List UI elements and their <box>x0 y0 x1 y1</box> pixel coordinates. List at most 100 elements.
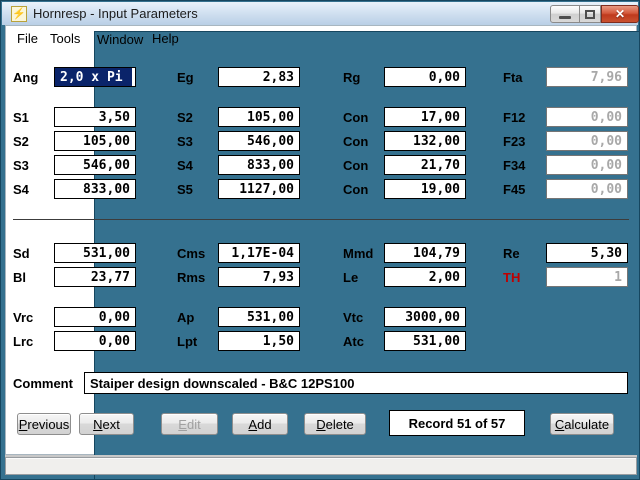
calculate-button[interactable]: Calculate <box>550 413 614 435</box>
param-atc: Atc 531,00 <box>343 331 466 351</box>
param-s2b: S2 105,00 <box>13 131 136 151</box>
param-le: Le 2,00 <box>343 267 466 287</box>
param-s2a: S2 105,00 <box>177 107 300 127</box>
param-con23: Con 132,00 <box>343 131 466 151</box>
param-ang: Ang 2,0 x Pi <box>13 67 136 87</box>
previous-button[interactable]: Previous <box>17 413 71 435</box>
param-f23-label: F23 <box>503 134 526 149</box>
param-eg-label: Eg <box>177 70 194 85</box>
param-con12-field[interactable]: 17,00 <box>384 107 466 127</box>
param-le-label: Le <box>343 270 359 285</box>
param-f34-label: F34 <box>503 158 526 173</box>
next-button[interactable]: Next <box>79 413 134 435</box>
menu-bar: File Tools Window Help <box>5 26 639 479</box>
param-le-field[interactable]: 2,00 <box>384 267 466 287</box>
param-vtc-field[interactable]: 3000,00 <box>384 307 466 327</box>
param-f12-label: F12 <box>503 110 526 125</box>
param-rms-field[interactable]: 7,93 <box>218 267 300 287</box>
param-con45-field[interactable]: 19,00 <box>384 179 466 199</box>
param-s5-label: S5 <box>177 182 193 197</box>
param-s3b-field[interactable]: 546,00 <box>54 155 136 175</box>
param-lrc-label: Lrc <box>13 334 34 349</box>
status-bar <box>5 457 637 475</box>
comment-field[interactable]: Staiper design downscaled - B&C 12PS100 <box>84 372 628 394</box>
param-s1-field[interactable]: 3,50 <box>54 107 136 127</box>
param-eg-field[interactable]: 2,83 <box>218 67 300 87</box>
param-s1: S1 3,50 <box>13 107 136 127</box>
param-rg-field[interactable]: 0,00 <box>384 67 466 87</box>
param-s3a-field[interactable]: 546,00 <box>218 131 300 151</box>
param-th-field: 1 <box>546 267 628 287</box>
param-re: Re 5,30 <box>503 243 628 263</box>
param-vrc: Vrc 0,00 <box>13 307 136 327</box>
param-s4a-label: S4 <box>177 158 193 173</box>
param-s4b-label: S4 <box>13 182 29 197</box>
param-s4a-field[interactable]: 833,00 <box>218 155 300 175</box>
param-bl-field[interactable]: 23,77 <box>54 267 136 287</box>
record-status: Record 51 of 57 <box>389 410 525 436</box>
param-vrc-field[interactable]: 0,00 <box>54 307 136 327</box>
edit-button: Edit <box>161 413 218 435</box>
param-f34: F34 0,00 <box>503 155 628 175</box>
minimize-button[interactable] <box>550 5 580 23</box>
param-sd-field[interactable]: 531,00 <box>54 243 136 263</box>
param-con23-label: Con <box>343 134 369 149</box>
param-s3b-label: S3 <box>13 158 29 173</box>
param-f23: F23 0,00 <box>503 131 628 151</box>
param-con12: Con 17,00 <box>343 107 466 127</box>
param-lrc-field[interactable]: 0,00 <box>54 331 136 351</box>
param-cms-field[interactable]: 1,17E-04 <box>218 243 300 263</box>
param-con34-field[interactable]: 21,70 <box>384 155 466 175</box>
param-mmd-field[interactable]: 104,79 <box>384 243 466 263</box>
maximize-icon <box>585 10 595 19</box>
param-s2a-field[interactable]: 105,00 <box>218 107 300 127</box>
param-atc-field[interactable]: 531,00 <box>384 331 466 351</box>
param-vtc: Vtc 3000,00 <box>343 307 466 327</box>
comment-label: Comment <box>13 376 73 391</box>
param-s2b-field[interactable]: 105,00 <box>54 131 136 151</box>
param-s1-label: S1 <box>13 110 29 125</box>
param-cms: Cms 1,17E-04 <box>177 243 300 263</box>
param-ang-label: Ang <box>13 70 39 85</box>
param-s2b-label: S2 <box>13 134 29 149</box>
menu-tools[interactable]: Tools <box>48 31 82 46</box>
param-th-label: TH <box>503 270 521 285</box>
param-con45-label: Con <box>343 182 369 197</box>
param-f12-field: 0,00 <box>546 107 628 127</box>
hornresp-window: ⚡ Hornresp - Input Parameters ✕ File Too… <box>0 0 640 480</box>
param-con23-field[interactable]: 132,00 <box>384 131 466 151</box>
delete-button[interactable]: Delete <box>304 413 366 435</box>
menu-help[interactable]: Help <box>150 31 181 46</box>
param-s4a: S4 833,00 <box>177 155 300 175</box>
hornresp-app-icon: ⚡ <box>11 6 27 22</box>
param-re-label: Re <box>503 246 520 261</box>
param-ang-field[interactable]: 2,0 x Pi <box>54 67 136 87</box>
section-divider <box>13 219 629 220</box>
param-s3b: S3 546,00 <box>13 155 136 175</box>
close-button[interactable]: ✕ <box>601 5 639 23</box>
title-bar[interactable]: ⚡ Hornresp - Input Parameters ✕ <box>2 2 639 25</box>
param-con34-label: Con <box>343 158 369 173</box>
param-s5: S5 1127,00 <box>177 179 300 199</box>
param-f45-field: 0,00 <box>546 179 628 199</box>
maximize-button[interactable] <box>580 5 601 23</box>
param-atc-label: Atc <box>343 334 364 349</box>
param-sd-label: Sd <box>13 246 30 261</box>
param-s4b: S4 833,00 <box>13 179 136 199</box>
param-rms: Rms 7,93 <box>177 267 300 287</box>
param-s4b-field[interactable]: 833,00 <box>54 179 136 199</box>
param-re-field[interactable]: 5,30 <box>546 243 628 263</box>
param-lpt-field[interactable]: 1,50 <box>218 331 300 351</box>
window-title: Hornresp - Input Parameters <box>33 6 198 21</box>
param-s3a: S3 546,00 <box>177 131 300 151</box>
menu-file[interactable]: File <box>15 31 40 46</box>
param-s5-field[interactable]: 1127,00 <box>218 179 300 199</box>
param-ap-field[interactable]: 531,00 <box>218 307 300 327</box>
param-rg: Rg 0,00 <box>343 67 466 87</box>
param-ap-label: Ap <box>177 310 195 325</box>
add-button[interactable]: Add <box>232 413 288 435</box>
param-th: TH 1 <box>503 267 628 287</box>
param-eg: Eg 2,83 <box>177 67 300 87</box>
param-cms-label: Cms <box>177 246 206 261</box>
param-con45: Con 19,00 <box>343 179 466 199</box>
